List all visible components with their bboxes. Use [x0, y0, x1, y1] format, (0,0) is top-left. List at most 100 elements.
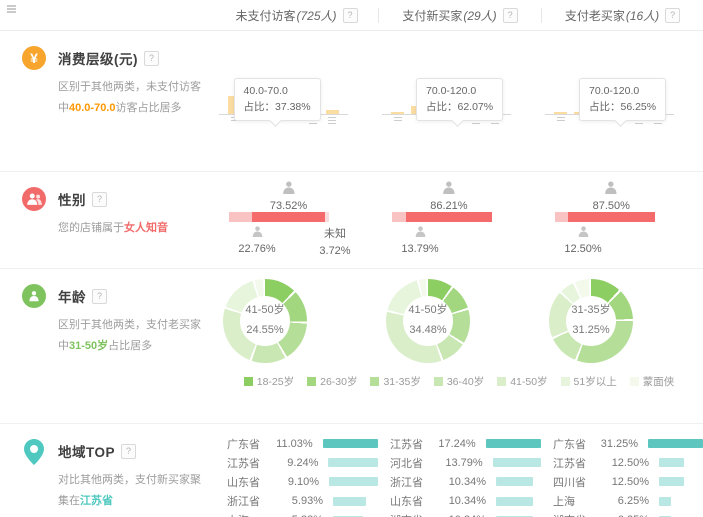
- legend-item[interactable]: 31-35岁: [370, 374, 420, 389]
- region-row: 江苏省9.24%: [227, 453, 378, 472]
- male-segment[interactable]: [229, 212, 252, 222]
- gender-chart-old-buyers[interactable]: 87.50%12.50%: [541, 172, 703, 265]
- chart-tooltip: 40.0-70.0占比：37.38%: [234, 78, 321, 121]
- region-name: 湖南省: [390, 512, 440, 517]
- legend-item[interactable]: 18-25岁: [244, 374, 294, 389]
- legend-label: 26-30岁: [320, 374, 357, 389]
- bar[interactable]: [554, 112, 567, 114]
- region-percent: 11.03%: [272, 438, 313, 450]
- legend-item[interactable]: 51岁以上: [561, 374, 617, 389]
- visitor-type-label: 未支付访客: [235, 7, 295, 24]
- donut-max-percent: 31.25%: [572, 321, 609, 341]
- tooltip-range: 70.0-120.0: [589, 83, 656, 99]
- region-name: 广东省: [227, 436, 272, 452]
- region-list-unpaid-visitors: 广东省11.03%江苏省9.24%山东省9.10%浙江省5.93%上海5.38%: [215, 424, 378, 517]
- region-list: 广东省11.03%江苏省9.24%山东省9.10%浙江省5.93%上海5.38%: [215, 424, 378, 517]
- age-donut-old-buyers[interactable]: 31-35岁31.25%: [541, 269, 703, 368]
- help-icon[interactable]: ?: [121, 444, 136, 459]
- region-name: 江苏省: [553, 455, 603, 471]
- region-percent: 17.24%: [435, 438, 476, 450]
- age-donut-new-buyers[interactable]: 41-50岁34.48%: [378, 269, 541, 368]
- row-consumption-level: ¥ 消费层级(元) ? 区别于其他两类，未支付访客中40.0-70.0访客占比居…: [0, 31, 703, 171]
- age-donut-unpaid-visitors[interactable]: 41-50岁24.55%: [215, 269, 378, 368]
- region-percent: 31.25%: [597, 438, 638, 450]
- age-donut-chart[interactable]: 31-35岁31.25%: [549, 279, 633, 363]
- region-row: 江苏省17.24%: [390, 434, 541, 453]
- region-list-new-buyers: 江苏省17.24%河北省13.79%浙江省10.34%山东省10.34%湖南省1…: [378, 424, 541, 517]
- legend-item[interactable]: 26-30岁: [307, 374, 357, 389]
- region-bar: [659, 497, 671, 506]
- help-icon[interactable]: ?: [144, 51, 159, 66]
- bar[interactable]: [326, 110, 339, 114]
- visitor-type-group-0: 未支付访客(725人)?: [215, 8, 378, 23]
- female-percent: 73.52%: [270, 199, 307, 214]
- consumption-chart-new-buyers[interactable]: 70.0-120.0占比：62.07%: [378, 31, 541, 133]
- region-list: 广东省31.25%江苏省12.50%四川省12.50%上海6.25%湖南省6.2…: [541, 424, 703, 517]
- region-bar: [329, 477, 378, 486]
- region-name: 浙江省: [227, 493, 277, 509]
- region-bar: [493, 458, 541, 467]
- region-name: 浙江省: [390, 474, 440, 490]
- region-percent: 10.34%: [440, 476, 486, 488]
- legend-item[interactable]: 41-50岁: [497, 374, 547, 389]
- help-icon[interactable]: ?: [343, 8, 358, 23]
- unknown-segment[interactable]: [325, 212, 329, 222]
- legend-item[interactable]: 36-40岁: [434, 374, 484, 389]
- male-percent: 12.50%: [557, 242, 609, 257]
- help-icon[interactable]: ?: [92, 192, 107, 207]
- visitor-type-count: (29人): [463, 7, 496, 24]
- region-row: 上海6.25%: [553, 492, 703, 511]
- female-icon: [281, 181, 296, 199]
- region-bar: [496, 477, 533, 486]
- region-bar: [496, 497, 533, 506]
- female-percent: 86.21%: [430, 199, 467, 214]
- age-desc: 区别于其他两类，支付老买家中31-50岁占比居多: [58, 315, 210, 357]
- help-icon[interactable]: ?: [92, 289, 107, 304]
- visitor-type-label: 支付老买家: [565, 7, 625, 24]
- visitor-type-group-2: 支付老买家(16人)?: [541, 8, 703, 23]
- axis-tick-label: [394, 117, 402, 122]
- male-icon: [251, 226, 264, 242]
- region-name: 四川省: [553, 474, 603, 490]
- region-name: 山东省: [390, 493, 440, 509]
- legend-label: 41-50岁: [510, 374, 547, 389]
- male-percent: 13.79%: [394, 242, 446, 257]
- row-region-top: 地域TOP ? 对比其他两类，支付新买家聚集在江苏省 广东省11.03%江苏省9…: [0, 423, 703, 517]
- consumption-bar-chart: 40.0-70.0占比：37.38%: [219, 78, 355, 127]
- male-segment[interactable]: [392, 212, 406, 222]
- male-segment[interactable]: [555, 212, 568, 222]
- age-donut-chart[interactable]: 41-50岁24.55%: [223, 279, 307, 363]
- legend-swatch: [307, 377, 316, 386]
- gender-stacked-bar: 87.50%12.50%: [543, 176, 703, 264]
- consumption-title: 消费层级(元): [58, 48, 138, 68]
- gender-stacked-bar: 73.52%22.76%未知3.72%: [217, 176, 378, 264]
- female-icon: [441, 181, 456, 199]
- bar[interactable]: [391, 112, 404, 114]
- consumption-chart-old-buyers[interactable]: 70.0-120.0占比：56.25%: [541, 31, 703, 133]
- age-label-block: 年龄 ? 区别于其他两类，支付老买家中31-50岁占比居多: [0, 269, 215, 423]
- legend-item[interactable]: 蒙面侠: [630, 374, 675, 389]
- region-row: 山东省10.34%: [390, 492, 541, 511]
- gender-chart-unpaid-visitors[interactable]: 73.52%22.76%未知3.72%: [215, 172, 378, 265]
- region-desc: 对比其他两类，支付新买家聚集在江苏省: [58, 470, 210, 512]
- region-percent: 12.50%: [603, 457, 649, 469]
- help-icon[interactable]: ?: [503, 8, 518, 23]
- region-row: 浙江省5.93%: [227, 492, 378, 511]
- person-icon: [22, 284, 46, 308]
- region-percent: 9.24%: [275, 457, 319, 469]
- help-icon[interactable]: ?: [665, 8, 680, 23]
- row-gender: 性别 ? 您的店铺属于女人知音 73.52%22.76%未知3.72% 86.2…: [0, 171, 703, 268]
- desc-highlight: 女人知音: [124, 222, 168, 234]
- axis-tick-label: [557, 117, 565, 122]
- consumption-chart-unpaid-visitors[interactable]: 40.0-70.0占比：37.38%: [215, 31, 378, 133]
- legend-label: 蒙面侠: [643, 374, 675, 389]
- visitor-type-count: (725人): [297, 7, 337, 24]
- age-donut-chart[interactable]: 41-50岁34.48%: [386, 279, 470, 363]
- tooltip-ratio: 占比：37.38%: [244, 99, 311, 115]
- legend-swatch: [434, 377, 443, 386]
- consumption-desc: 区别于其他两类，未支付访客中40.0-70.0访客占比居多: [58, 77, 210, 119]
- tooltip-ratio: 占比：56.25%: [589, 99, 656, 115]
- legend-swatch: [561, 377, 570, 386]
- region-percent: 9.10%: [275, 476, 319, 488]
- gender-chart-new-buyers[interactable]: 86.21% 13.79%: [378, 172, 541, 265]
